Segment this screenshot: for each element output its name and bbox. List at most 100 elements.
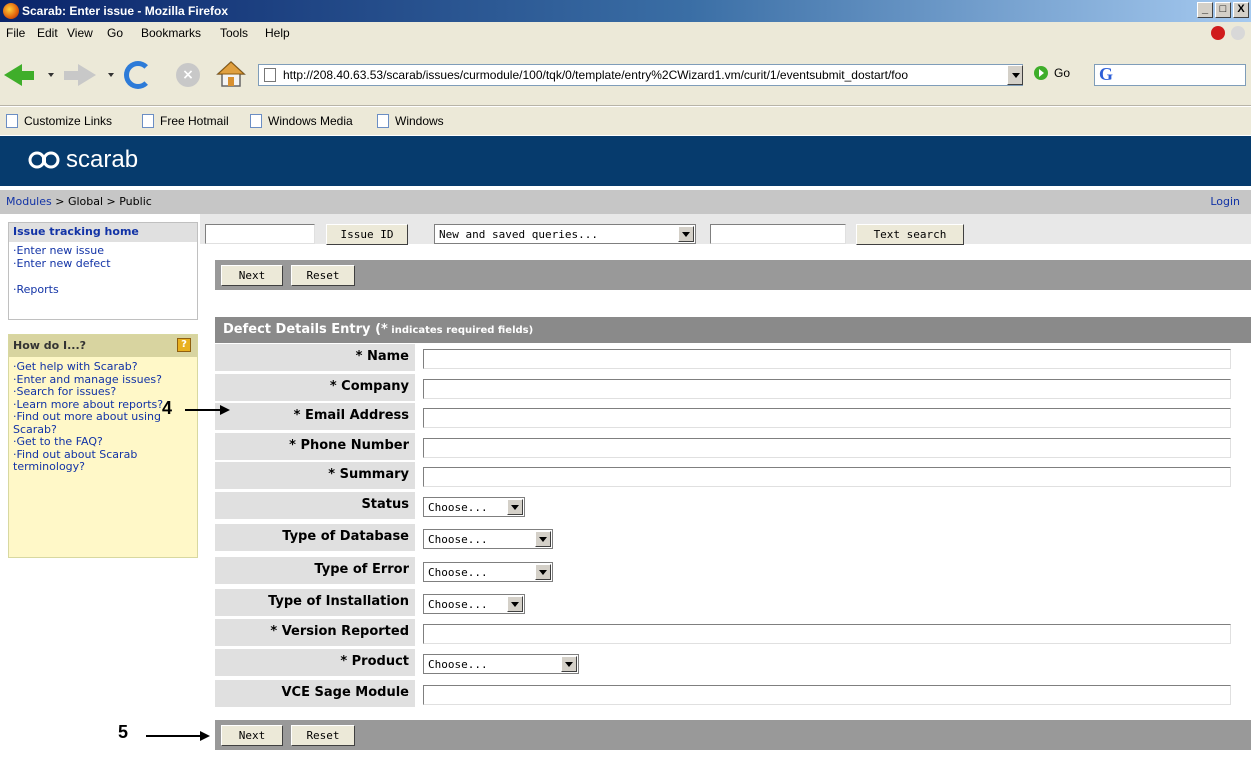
bookmark-free-hotmail[interactable]: Free Hotmail [142, 114, 229, 128]
next-button[interactable]: Next [221, 725, 283, 746]
field-label: * Name [215, 344, 415, 372]
field-label: * Summary [215, 462, 415, 490]
vce-sage-module-input[interactable] [423, 685, 1231, 705]
installation-type-select[interactable]: Choose... [423, 594, 525, 614]
minimize-button[interactable]: _ [1197, 2, 1213, 18]
reset-button[interactable]: Reset [291, 265, 355, 286]
error-type-select[interactable]: Choose... [423, 562, 553, 582]
link-label: Get help with Scarab? [16, 360, 138, 373]
text-search-input[interactable] [710, 224, 846, 244]
bookmark-windows[interactable]: Windows [377, 114, 444, 128]
field-label: Type of Database [215, 524, 415, 552]
menu-help[interactable]: Help [265, 26, 290, 40]
company-input[interactable] [423, 379, 1231, 399]
chevron-down-icon[interactable] [535, 564, 551, 580]
bookmark-label: Windows [395, 114, 444, 128]
chevron-down-icon[interactable] [678, 226, 694, 242]
back-icon-tail[interactable] [20, 71, 34, 80]
next-button[interactable]: Next [221, 265, 283, 286]
bookmark-windows-media[interactable]: Windows Media [250, 114, 353, 128]
bookmarks-toolbar: Customize Links Free Hotmail Windows Med… [0, 107, 1251, 135]
annotation-4: 4 [162, 398, 173, 418]
reports-link[interactable]: ·Reports [9, 283, 197, 296]
menu-file[interactable]: File [6, 26, 25, 40]
form-row-phone: * Phone Number [215, 433, 1251, 462]
enter-new-issue-link[interactable]: ·Enter new issue [9, 244, 197, 257]
how-do-i-box: How do I...? ? ·Get help with Scarab? ·E… [8, 334, 198, 558]
reload-icon[interactable] [124, 61, 152, 89]
page-icon [264, 68, 276, 82]
issue-id-input[interactable] [205, 224, 315, 244]
menu-edit[interactable]: Edit [37, 26, 58, 40]
bookmark-label: Customize Links [24, 114, 113, 128]
go-label: Go [1054, 66, 1071, 80]
email-input[interactable] [423, 408, 1231, 428]
google-search-input[interactable]: G [1094, 64, 1246, 86]
select-value: Choose... [428, 501, 488, 514]
menu-bookmarks[interactable]: Bookmarks [141, 26, 201, 40]
navigation-toolbar: × http://208.40.63.53/scarab/issues/curm… [0, 44, 1251, 106]
menu-tools[interactable]: Tools [220, 26, 248, 40]
app-header: scarab [0, 136, 1251, 186]
link-label: Enter new defect [16, 257, 111, 270]
help-link[interactable]: ·Find out about Scarab terminology? [13, 448, 193, 474]
how-do-i-header: How do I...? ? [9, 335, 197, 357]
breadcrumb: Modules > Global > Public [6, 195, 152, 208]
bookmark-customize-links[interactable]: Customize Links [6, 114, 112, 128]
form-row-status: Status Choose... [215, 492, 1251, 521]
form-title: Defect Details Entry [223, 322, 371, 337]
chevron-down-icon[interactable] [535, 531, 551, 547]
stop-icon[interactable]: × [176, 63, 200, 87]
chevron-down-icon[interactable] [561, 656, 577, 672]
brand-name: scarab [66, 146, 139, 173]
issue-id-button[interactable]: Issue ID [326, 224, 408, 245]
database-type-select[interactable]: Choose... [423, 529, 553, 549]
menu-go[interactable]: Go [107, 26, 123, 40]
scarab-logo-icon [28, 151, 60, 169]
saved-queries-select[interactable]: New and saved queries... [434, 224, 696, 244]
url-dropdown-button[interactable] [1007, 65, 1023, 85]
status-select[interactable]: Choose... [423, 497, 525, 517]
login-link[interactable]: Login [1210, 195, 1240, 208]
product-select[interactable]: Choose... [423, 654, 579, 674]
field-label: * Company [215, 374, 415, 402]
throbber-icon [1231, 26, 1245, 40]
page-icon [6, 114, 18, 128]
field-label: * Email Address [215, 403, 415, 431]
window-title: Scarab: Enter issue - Mozilla Firefox [22, 4, 229, 18]
top-action-bar: Next Reset [215, 260, 1251, 290]
page-icon [250, 114, 262, 128]
forward-dropdown-icon[interactable] [108, 73, 114, 77]
name-input[interactable] [423, 349, 1231, 369]
summary-input[interactable] [423, 467, 1231, 487]
breadcrumb-bar: Modules > Global > Public Login [0, 190, 1251, 214]
maximize-button[interactable]: □ [1215, 2, 1231, 18]
text-search-button[interactable]: Text search [856, 224, 964, 245]
breadcrumb-modules-link[interactable]: Modules [6, 195, 52, 208]
chevron-down-icon[interactable] [507, 499, 523, 515]
go-button[interactable]: Go [1034, 66, 1070, 80]
forward-icon[interactable] [78, 64, 96, 86]
link-label: Learn more about reports? [16, 397, 164, 411]
field-label: Status [215, 492, 415, 520]
forward-icon-tail[interactable] [64, 71, 78, 80]
reset-button[interactable]: Reset [291, 725, 355, 746]
close-button[interactable]: X [1233, 2, 1249, 18]
form-row-summary: * Summary [215, 462, 1251, 491]
nav-box: Issue tracking home ·Enter new issue ·En… [8, 222, 198, 320]
enter-new-defect-link[interactable]: ·Enter new defect [9, 257, 197, 270]
scarab-logo[interactable]: scarab [28, 146, 138, 174]
form-row-product: * Product Choose... [215, 649, 1251, 678]
form-row-email: * Email Address [215, 403, 1251, 432]
page-icon [377, 114, 389, 128]
version-input[interactable] [423, 624, 1231, 644]
how-do-i-title: How do I...? [13, 339, 87, 352]
chevron-down-icon[interactable] [507, 596, 523, 612]
back-dropdown-icon[interactable] [48, 73, 54, 77]
issue-tracking-home-link[interactable]: Issue tracking home [9, 223, 197, 242]
menu-view[interactable]: View [67, 26, 93, 40]
url-bar[interactable]: http://208.40.63.53/scarab/issues/curmod… [258, 64, 1023, 86]
home-icon[interactable] [216, 60, 246, 88]
phone-input[interactable] [423, 438, 1231, 458]
help-icon[interactable]: ? [177, 338, 191, 352]
